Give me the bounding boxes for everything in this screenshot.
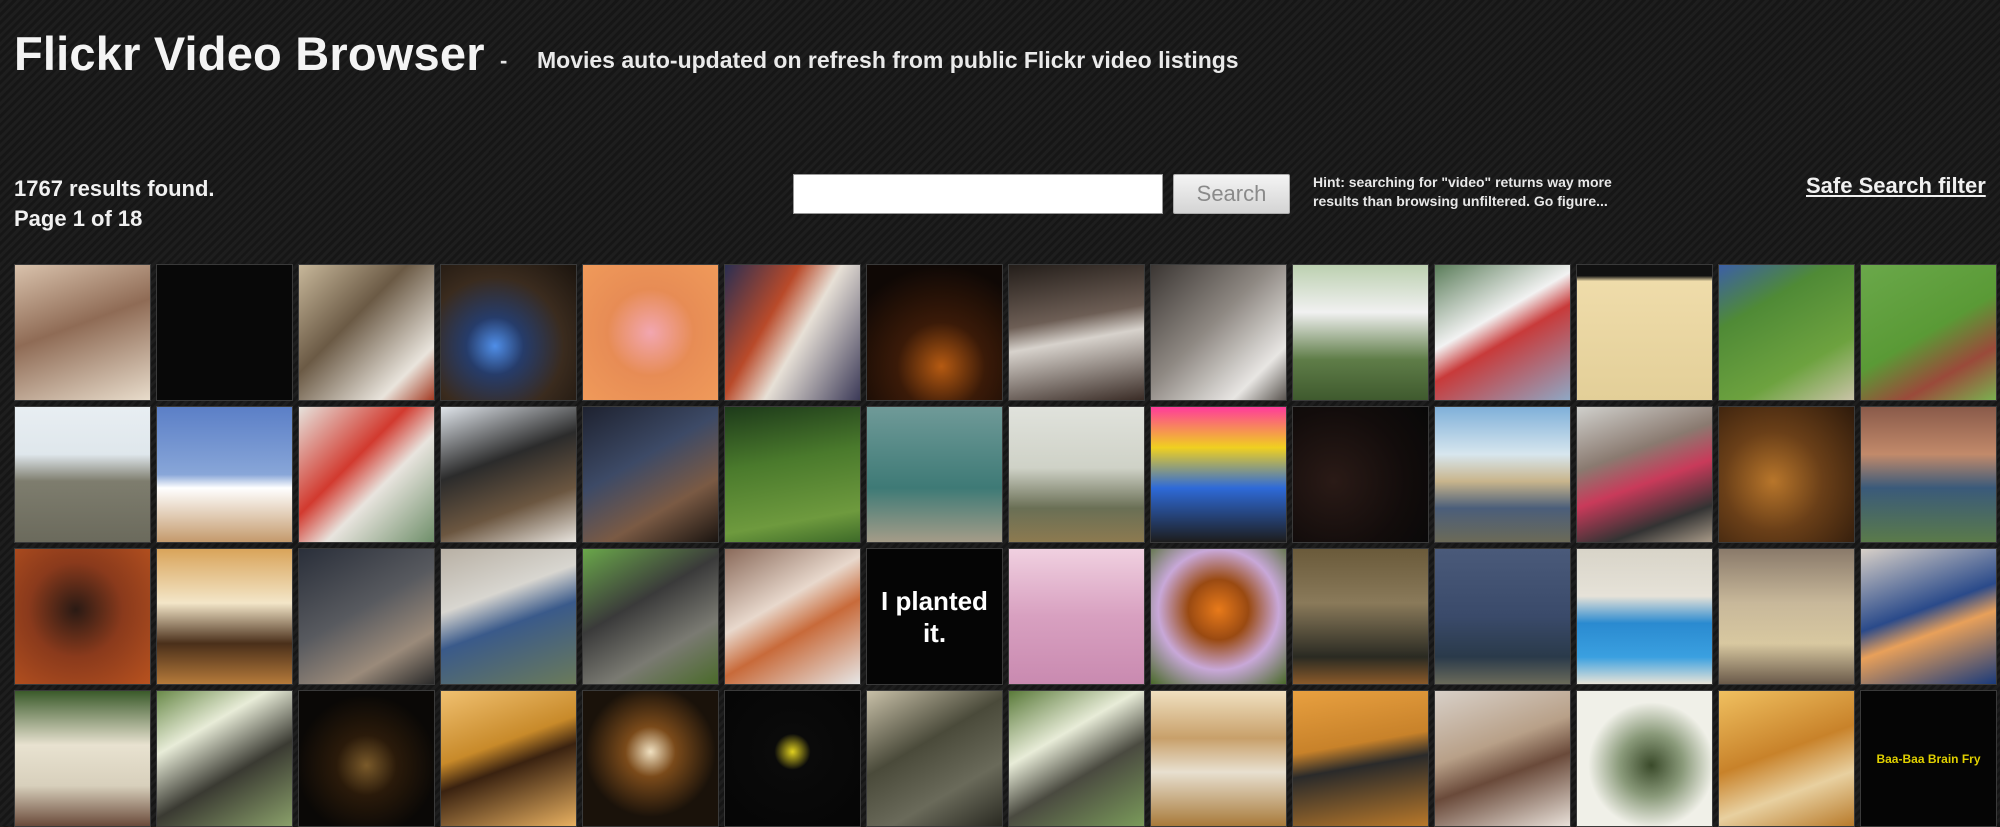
video-thumbnail[interactable]	[298, 548, 435, 685]
video-thumbnail[interactable]	[1150, 406, 1287, 543]
video-thumbnail[interactable]	[1576, 264, 1713, 401]
video-thumbnail[interactable]	[156, 406, 293, 543]
video-thumbnail[interactable]	[866, 406, 1003, 543]
page-indicator: Page 1 of 18	[14, 206, 143, 231]
video-thumbnail[interactable]	[1008, 406, 1145, 543]
video-thumbnail[interactable]: I planted it.	[866, 548, 1003, 685]
video-thumbnail[interactable]	[156, 264, 293, 401]
video-thumbnail[interactable]: Baa-Baa Brain Fry	[1860, 690, 1997, 827]
video-thumbnail[interactable]	[582, 548, 719, 685]
video-thumbnail[interactable]	[1434, 548, 1571, 685]
video-thumbnail[interactable]	[1718, 406, 1855, 543]
video-thumbnail[interactable]	[1576, 406, 1713, 543]
video-thumbnail[interactable]	[724, 690, 861, 827]
video-thumbnail[interactable]	[1150, 548, 1287, 685]
page-title: Flickr Video Browser	[14, 27, 485, 80]
video-thumbnail[interactable]	[724, 406, 861, 543]
video-thumbnail[interactable]	[1718, 548, 1855, 685]
video-thumbnail[interactable]	[1434, 264, 1571, 401]
video-thumbnail[interactable]	[582, 690, 719, 827]
video-thumbnail-grid: I planted it. Baa-Baa Brain Fry	[14, 264, 1997, 827]
video-thumbnail[interactable]	[14, 690, 151, 827]
video-thumbnail[interactable]	[1292, 264, 1429, 401]
video-thumbnail[interactable]	[298, 264, 435, 401]
thumbnail-caption: Baa-Baa Brain Fry	[1876, 751, 1981, 766]
video-thumbnail[interactable]	[1718, 264, 1855, 401]
video-thumbnail[interactable]	[1576, 548, 1713, 685]
video-thumbnail[interactable]	[1434, 690, 1571, 827]
search-button[interactable]: Search	[1173, 174, 1290, 214]
video-thumbnail[interactable]	[298, 406, 435, 543]
video-thumbnail[interactable]	[298, 690, 435, 827]
video-thumbnail[interactable]	[1718, 690, 1855, 827]
video-thumbnail[interactable]	[1292, 690, 1429, 827]
video-thumbnail[interactable]	[1008, 548, 1145, 685]
video-thumbnail[interactable]	[1860, 548, 1997, 685]
video-thumbnail[interactable]	[1860, 264, 1997, 401]
video-thumbnail[interactable]	[1008, 264, 1145, 401]
video-thumbnail[interactable]	[724, 548, 861, 685]
video-thumbnail[interactable]	[1860, 406, 1997, 543]
video-thumbnail[interactable]	[440, 264, 577, 401]
video-thumbnail[interactable]	[1150, 264, 1287, 401]
video-thumbnail[interactable]	[1434, 406, 1571, 543]
video-thumbnail[interactable]	[582, 264, 719, 401]
safe-search-filter-link[interactable]: Safe Search filter	[1806, 173, 1986, 199]
video-thumbnail[interactable]	[1150, 690, 1287, 827]
video-thumbnail[interactable]	[1008, 690, 1145, 827]
video-thumbnail[interactable]	[582, 406, 719, 543]
thumbnail-caption: I planted it.	[881, 585, 988, 648]
title-separator: -	[500, 48, 508, 73]
video-thumbnail[interactable]	[724, 264, 861, 401]
video-thumbnail[interactable]	[440, 548, 577, 685]
video-thumbnail[interactable]	[14, 264, 151, 401]
video-thumbnail[interactable]	[440, 406, 577, 543]
video-thumbnail[interactable]	[1576, 690, 1713, 827]
video-thumbnail[interactable]	[14, 406, 151, 543]
results-summary: 1767 results found. Page 1 of 18	[14, 174, 215, 234]
video-thumbnail[interactable]	[14, 548, 151, 685]
video-thumbnail[interactable]	[1292, 548, 1429, 685]
video-thumbnail[interactable]	[440, 690, 577, 827]
search-input[interactable]	[793, 174, 1163, 214]
results-count: 1767 results found.	[14, 176, 215, 201]
video-thumbnail[interactable]	[156, 548, 293, 685]
search-hint: Hint: searching for "video" returns way …	[1313, 174, 1612, 209]
page-tagline: Movies auto-updated on refresh from publ…	[537, 47, 1239, 73]
video-thumbnail[interactable]	[1292, 406, 1429, 543]
video-thumbnail[interactable]	[866, 264, 1003, 401]
video-thumbnail[interactable]	[866, 690, 1003, 827]
video-thumbnail[interactable]	[156, 690, 293, 827]
